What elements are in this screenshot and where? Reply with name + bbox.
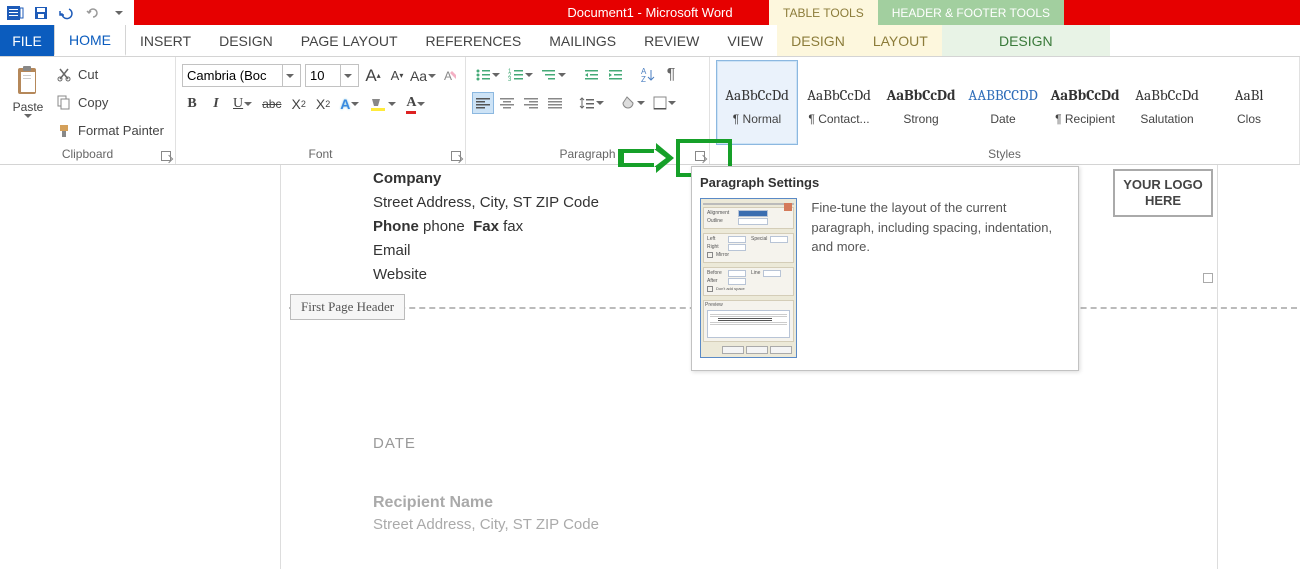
undo-icon[interactable]: [56, 2, 78, 24]
increase-indent-button[interactable]: [605, 64, 627, 86]
justify-button[interactable]: [544, 92, 566, 114]
format-painter-button[interactable]: Format Painter: [56, 120, 164, 142]
tab-header-footer-design[interactable]: DESIGN: [942, 25, 1110, 56]
subscript-button[interactable]: X2: [288, 93, 308, 115]
grow-font-button[interactable]: A▴: [363, 65, 383, 87]
tab-view[interactable]: VIEW: [713, 25, 777, 56]
style-item-salutation[interactable]: AaBbCcDdSalutation: [1126, 60, 1208, 145]
style-item-recipient[interactable]: AaBbCcDd¶ Recipient: [1044, 60, 1126, 145]
cut-button[interactable]: Cut: [56, 63, 164, 85]
italic-button[interactable]: I: [206, 93, 226, 115]
sort-button[interactable]: AZ: [637, 64, 659, 86]
window-title: Document1 - Microsoft Word: [567, 5, 732, 20]
chevron-down-icon[interactable]: [282, 65, 296, 86]
style-item-date[interactable]: AABBCCDDDate: [962, 60, 1044, 145]
font-size-combo[interactable]: 10: [305, 64, 359, 87]
header-tag-label[interactable]: First Page Header: [290, 294, 405, 320]
tab-page-layout[interactable]: PAGE LAYOUT: [287, 25, 412, 56]
svg-text:3: 3: [508, 77, 512, 82]
document-area: Company Street Address, City, ST ZIP Cod…: [0, 165, 1300, 569]
tab-table-layout[interactable]: LAYOUT: [859, 25, 942, 56]
style-item-contact[interactable]: AaBbCcDd¶ Contact...: [798, 60, 880, 145]
styles-group-label: Styles: [716, 145, 1293, 163]
svg-text:A: A: [444, 69, 452, 83]
copy-button[interactable]: Copy: [56, 91, 164, 113]
style-item-strong[interactable]: AaBbCcDdStrong: [880, 60, 962, 145]
tab-insert[interactable]: INSERT: [126, 25, 205, 56]
ribbon-tabs: FILE HOME INSERT DESIGN PAGE LAYOUT REFE…: [0, 25, 1300, 57]
context-tab-table-tools: TABLE TOOLS: [769, 0, 878, 25]
group-font: Cambria (Boc 10 A▴ A▾ Aa A B I U abc X2 …: [176, 57, 466, 164]
save-icon[interactable]: [30, 2, 52, 24]
decrease-indent-button[interactable]: [581, 64, 603, 86]
chevron-down-icon[interactable]: [340, 65, 354, 86]
tab-table-design[interactable]: DESIGN: [777, 25, 859, 56]
format-painter-label: Format Painter: [78, 123, 164, 138]
font-name-combo[interactable]: Cambria (Boc: [182, 64, 301, 87]
body-recipient-name[interactable]: Recipient Name: [373, 494, 599, 512]
tab-references[interactable]: REFERENCES: [412, 25, 536, 56]
style-item-normal[interactable]: AaBbCcDd¶ Normal: [716, 60, 798, 145]
font-launcher[interactable]: [449, 149, 463, 163]
clear-formatting-button[interactable]: A: [439, 65, 459, 87]
underline-button[interactable]: U: [230, 93, 255, 115]
body-recipient-address[interactable]: Street Address, City, ST ZIP Code: [373, 516, 599, 533]
bold-button[interactable]: B: [182, 93, 202, 115]
bullets-button[interactable]: [472, 64, 503, 86]
body-date-field[interactable]: DATE: [373, 435, 599, 452]
tab-design[interactable]: DESIGN: [205, 25, 287, 56]
redo-icon[interactable]: [82, 2, 104, 24]
superscript-button[interactable]: X2: [313, 93, 333, 115]
paste-label: Paste: [13, 100, 44, 114]
paste-dropdown-icon: [24, 114, 32, 118]
tooltip-description: Fine-tune the layout of the current para…: [811, 198, 1066, 358]
group-clipboard: Paste Cut Copy Format Painter Clipboard: [0, 57, 176, 164]
borders-button[interactable]: [650, 92, 679, 114]
tab-file[interactable]: FILE: [0, 25, 54, 56]
shrink-font-button[interactable]: A▾: [387, 65, 407, 87]
line-spacing-button[interactable]: [576, 92, 607, 114]
clipboard-launcher[interactable]: [159, 149, 173, 163]
paste-icon: [13, 64, 43, 98]
multilevel-list-button[interactable]: [538, 64, 569, 86]
style-item-clos[interactable]: AaBlClos: [1208, 60, 1290, 145]
tab-home[interactable]: HOME: [54, 25, 126, 56]
paragraph-settings-tooltip: Paragraph Settings Alignment Outline Lef…: [691, 166, 1079, 371]
clipboard-group-label: Clipboard: [6, 145, 169, 163]
qat-customize-icon[interactable]: [108, 2, 130, 24]
paragraph-launcher[interactable]: [693, 149, 707, 163]
text-effects-button[interactable]: A: [337, 93, 362, 115]
font-color-button[interactable]: A: [403, 93, 428, 115]
tooltip-dialog-thumbnail: Alignment Outline LeftSpecial Right Mirr…: [700, 198, 797, 358]
shading-button[interactable]: [617, 92, 648, 114]
logo-placeholder[interactable]: YOUR LOGO HERE: [1113, 169, 1213, 217]
svg-text:Z: Z: [641, 75, 646, 83]
word-icon[interactable]: [4, 2, 26, 24]
tab-review[interactable]: REVIEW: [630, 25, 713, 56]
ribbon: Paste Cut Copy Format Painter Clipboard: [0, 57, 1300, 165]
quick-access-toolbar: [0, 0, 136, 25]
align-left-button[interactable]: [472, 92, 494, 114]
tooltip-title: Paragraph Settings: [700, 175, 1066, 190]
font-group-label: Font: [182, 145, 459, 163]
tab-mailings[interactable]: MAILINGS: [535, 25, 630, 56]
show-hide-button[interactable]: ¶: [661, 64, 681, 86]
change-case-button[interactable]: Aa: [411, 65, 435, 87]
numbering-button[interactable]: 123: [505, 64, 536, 86]
table-cell-marker: [1203, 273, 1213, 283]
strikethrough-button[interactable]: abc: [259, 93, 284, 115]
title-bar: Document1 - Microsoft Word TABLE TOOLS H…: [0, 0, 1300, 25]
align-center-button[interactable]: [496, 92, 518, 114]
scissors-icon: [56, 66, 72, 82]
highlight-button[interactable]: [366, 93, 399, 115]
copy-label: Copy: [78, 95, 108, 110]
annotation-arrow-icon: [616, 141, 678, 177]
context-tab-header-footer-tools: HEADER & FOOTER TOOLS: [878, 0, 1064, 25]
cut-label: Cut: [78, 67, 98, 82]
brush-icon: [56, 123, 72, 139]
group-styles: AaBbCcDd¶ NormalAaBbCcDd¶ Contact...AaBb…: [710, 57, 1300, 164]
paste-button[interactable]: Paste: [6, 60, 50, 145]
align-right-button[interactable]: [520, 92, 542, 114]
copy-icon: [56, 94, 72, 110]
